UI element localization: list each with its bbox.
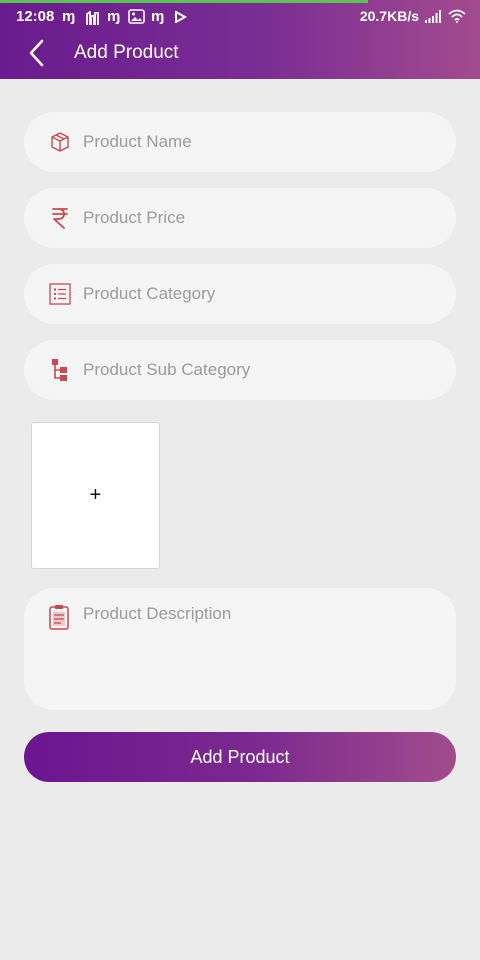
notif-m-icon: ɱ	[62, 8, 76, 25]
product-description-placeholder: Product Description	[83, 604, 232, 623]
notif-building-icon	[86, 11, 99, 25]
notif-m-icon: ɱ	[151, 8, 165, 25]
product-name-placeholder: Product Name	[83, 132, 192, 151]
hierarchy-icon	[48, 358, 72, 382]
product-price-field[interactable]: Product Price	[24, 188, 456, 248]
wifi-icon	[448, 9, 466, 23]
add-image-button[interactable]: +	[31, 422, 160, 569]
page-title: Add Product	[74, 42, 179, 63]
plus-icon: +	[89, 484, 102, 506]
notif-m-icon: ɱ	[107, 8, 121, 25]
clipboard-icon	[48, 604, 72, 630]
rupee-icon	[48, 206, 72, 230]
app-bar: 12:08 ɱ ɱ ɱ 20.7KB/s Add Product	[0, 0, 480, 79]
add-product-button[interactable]: Add Product	[24, 732, 456, 782]
network-speed: 20.7KB/s	[359, 8, 419, 24]
status-right: 20.7KB/s	[360, 8, 466, 24]
package-icon	[48, 130, 72, 154]
product-category-field[interactable]: Product Category	[24, 264, 456, 324]
status-time: 12:08	[16, 8, 55, 25]
notif-photo-icon	[128, 9, 145, 24]
loading-progress	[0, 0, 368, 3]
product-description-field[interactable]: Product Description	[24, 588, 456, 710]
signal-icon	[425, 9, 441, 23]
product-category-placeholder: Product Category	[83, 284, 216, 303]
chevron-left-icon[interactable]	[26, 38, 50, 68]
product-sub-category-placeholder: Product Sub Category	[83, 360, 251, 379]
product-name-field[interactable]: Product Name	[24, 112, 456, 172]
list-icon	[48, 282, 72, 306]
product-sub-category-field[interactable]: Product Sub Category	[24, 340, 456, 400]
notif-play-icon	[175, 11, 188, 23]
product-price-placeholder: Product Price	[83, 208, 186, 227]
